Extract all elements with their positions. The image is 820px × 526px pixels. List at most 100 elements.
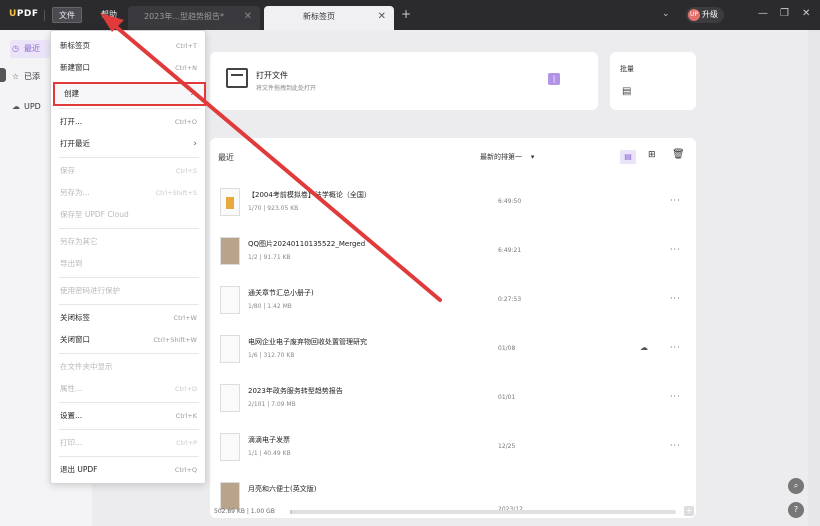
menu-item-label: 设置... bbox=[60, 411, 83, 420]
menu-item-quit[interactable]: 退出 UPDF Ctrl+Q bbox=[51, 458, 207, 482]
file-meta: 2/101 | 7.09 MB bbox=[248, 401, 296, 408]
open-file-title: 打开文件 bbox=[256, 71, 288, 80]
menu-item-label: 保存至 UPDF Cloud bbox=[60, 210, 129, 219]
file-name: 月亮和六便士(英文版) bbox=[248, 485, 317, 493]
help-menu-button[interactable]: 帮助 bbox=[95, 7, 123, 23]
list-view-icon[interactable]: ▤ bbox=[620, 150, 636, 164]
restore-icon[interactable]: ❐ bbox=[780, 8, 789, 19]
file-name: 2023年政务服务转型趋势报告 bbox=[248, 387, 343, 395]
more-icon[interactable]: ··· bbox=[670, 392, 681, 401]
tab-label: 2023年...型趋势报告* bbox=[144, 12, 224, 21]
sort-dropdown[interactable]: 最新的排第一 ▾ bbox=[480, 152, 534, 162]
upgrade-label: 升级 bbox=[702, 10, 718, 19]
file-time: 01/01 bbox=[498, 394, 516, 401]
file-time: 6:49:21 bbox=[498, 247, 522, 254]
sidebar-item-label: 已添 bbox=[24, 72, 40, 81]
menu-item-label: 退出 UPDF bbox=[60, 465, 98, 474]
sidebar-item-cloud[interactable]: ☁ UPD bbox=[12, 98, 41, 116]
grid-view-icon[interactable]: ⊞ bbox=[648, 150, 656, 160]
sort-label: 最新的排第一 bbox=[480, 153, 522, 161]
menu-item-shortcut: Ctrl+O bbox=[174, 118, 197, 126]
menu-divider bbox=[59, 429, 199, 430]
menu-item-label: 在文件夹中显示 bbox=[60, 362, 113, 371]
file-thumbnail bbox=[220, 482, 240, 510]
chevron-down-icon[interactable]: ⌄ bbox=[662, 9, 670, 19]
menu-item-label: 保存 bbox=[60, 166, 75, 175]
menu-item-properties: 属性... Ctrl+D bbox=[51, 377, 207, 401]
menu-item-close-tab[interactable]: 关闭标签 Ctrl+W bbox=[51, 306, 207, 330]
recent-heading: 最近 bbox=[218, 153, 234, 162]
menu-item-shortcut: Ctrl+Shift+S bbox=[155, 189, 197, 197]
menu-divider bbox=[59, 353, 199, 354]
menu-item-new-window[interactable]: 新建窗口 Ctrl+N bbox=[51, 56, 207, 80]
menu-item-save-as: 另存为... Ctrl+Shift+S bbox=[51, 181, 207, 205]
title-bar: UPDF 文件 帮助 2023年...型趋势报告* ✕ 新标签页 ✕ + ⌄ U… bbox=[0, 0, 820, 30]
menu-item-shortcut: Ctrl+N bbox=[175, 64, 197, 72]
minimize-icon[interactable]: — bbox=[758, 8, 768, 19]
storage-fill bbox=[290, 510, 292, 514]
menu-item-close-window[interactable]: 关闭窗口 Ctrl+Shift+W bbox=[51, 328, 207, 352]
menu-item-open[interactable]: 打开... Ctrl+O bbox=[51, 110, 207, 134]
cloud-upload-icon[interactable]: ☁ bbox=[640, 343, 648, 352]
file-name: QQ图片20240110135522_Merged bbox=[248, 240, 366, 248]
menu-item-label: 打开... bbox=[60, 117, 83, 126]
menu-item-label: 新建窗口 bbox=[60, 63, 90, 72]
menu-divider bbox=[59, 108, 199, 109]
tab-report[interactable]: 2023年...型趋势报告* ✕ bbox=[128, 6, 260, 30]
menu-item-settings[interactable]: 设置... Ctrl+K bbox=[51, 404, 207, 428]
title-separator bbox=[44, 10, 45, 21]
menu-item-new-tab[interactable]: 新标签页 Ctrl+T bbox=[51, 34, 207, 58]
more-icon[interactable]: ··· bbox=[670, 245, 681, 254]
search-icon[interactable]: ⌕ bbox=[788, 478, 804, 494]
window-close-icon[interactable]: ✕ bbox=[802, 8, 810, 19]
menu-divider bbox=[59, 228, 199, 229]
more-icon[interactable]: ··· bbox=[670, 294, 681, 303]
file-menu-button[interactable]: 文件 bbox=[52, 7, 82, 23]
upgrade-button[interactable]: UP 升级 bbox=[686, 7, 724, 23]
menu-item-shortcut: Ctrl+Q bbox=[174, 466, 197, 474]
tab-label: 新标签页 bbox=[303, 12, 335, 21]
menu-item-open-recent[interactable]: 打开最近 › bbox=[51, 132, 207, 156]
scrollbar[interactable] bbox=[808, 30, 820, 526]
menu-item-label: 关闭标签 bbox=[60, 313, 90, 322]
storage-bar bbox=[290, 510, 676, 514]
file-meta: 1/2 | 91.71 KB bbox=[248, 254, 291, 261]
open-file-card[interactable]: 打开文件 将文件拖拽到此处打开 bbox=[210, 52, 598, 110]
tab-new[interactable]: 新标签页 ✕ bbox=[264, 6, 394, 30]
more-icon[interactable]: ··· bbox=[670, 441, 681, 450]
list-item[interactable]: 滴滴电子发票 1/1 | 40.49 KB 12/25 ··· bbox=[220, 429, 690, 473]
menu-item-label: 打开最近 bbox=[60, 139, 90, 148]
more-icon[interactable]: ··· bbox=[670, 196, 681, 205]
sidebar-item-starred[interactable]: ☆ 已添 bbox=[12, 68, 40, 86]
list-item[interactable]: 通关章节汇总小册子) 1/80 | 1.42 MB 0:27:53 ··· bbox=[220, 282, 690, 326]
menu-divider bbox=[59, 304, 199, 305]
chevron-down-icon: ▾ bbox=[530, 153, 535, 161]
file-thumbnail bbox=[220, 384, 240, 412]
menu-item-save-cloud: 保存至 UPDF Cloud bbox=[51, 203, 207, 227]
close-icon[interactable]: ✕ bbox=[378, 6, 386, 28]
add-tab-icon[interactable]: + bbox=[401, 7, 411, 21]
file-meta: 1/70 | 923.05 KB bbox=[248, 205, 299, 212]
sidebar-item-recent[interactable]: ◷ 最近 bbox=[10, 40, 50, 58]
sidebar-collapse-handle[interactable] bbox=[0, 68, 6, 82]
menu-item-label: 新标签页 bbox=[60, 41, 90, 50]
help-icon[interactable]: ? bbox=[788, 502, 804, 518]
more-icon[interactable]: ··· bbox=[670, 343, 681, 352]
trash-icon[interactable]: 🗑 bbox=[672, 149, 685, 160]
file-dropdown-menu: 新标签页 Ctrl+T 新建窗口 Ctrl+N 创建 › 打开... Ctrl+O 打开… bbox=[50, 30, 206, 484]
list-item[interactable]: QQ图片20240110135522_Merged 1/2 | 91.71 KB… bbox=[220, 233, 690, 277]
menu-item-shortcut: Ctrl+S bbox=[175, 167, 197, 175]
folder-icon bbox=[226, 68, 248, 88]
close-icon[interactable]: ✕ bbox=[244, 6, 252, 28]
file-time: 6:49:50 bbox=[498, 198, 522, 205]
batch-label: 批量 bbox=[620, 65, 634, 73]
list-item[interactable]: 月亮和六便士(英文版) 2023/12 bbox=[220, 478, 690, 514]
menu-item-label: 打印... bbox=[60, 438, 83, 447]
list-item[interactable]: 2023年政务服务转型趋势报告 2/101 | 7.09 MB 01/01 ··… bbox=[220, 380, 690, 424]
add-storage-icon[interactable]: + bbox=[684, 506, 694, 516]
menu-item-create[interactable]: 创建 › bbox=[53, 82, 206, 106]
pdf-badge-icon: | bbox=[548, 73, 560, 85]
batch-card[interactable]: 批量 ▤ bbox=[610, 52, 696, 110]
list-item[interactable]: 【2004考前模拟卷】法学概论（全国） 1/70 | 923.05 KB 6:4… bbox=[220, 184, 690, 228]
list-item[interactable]: 电网企业电子废弃物回收处置管理研究 1/6 | 312.70 KB 01/08 … bbox=[220, 331, 690, 375]
